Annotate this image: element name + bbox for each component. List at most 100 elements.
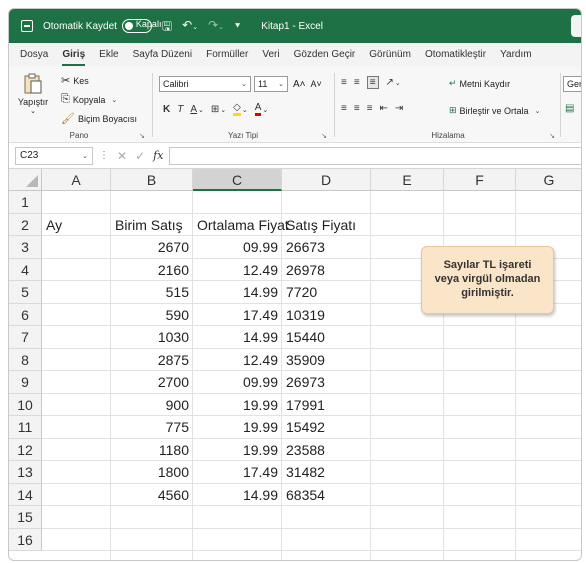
cell-d5[interactable]: 7720 <box>282 281 371 304</box>
tab-yardim[interactable]: Yardım <box>493 43 539 67</box>
cell-d4[interactable]: 26978 <box>282 259 371 282</box>
column-header-c[interactable]: C <box>193 169 282 191</box>
tab-ekle[interactable]: Ekle <box>92 43 125 67</box>
row-header-5[interactable]: 5 <box>9 281 42 304</box>
cell-b4[interactable]: 2160 <box>111 259 193 282</box>
font-color-icon[interactable]: A <box>254 103 262 116</box>
orientation-dropdown-icon[interactable]: ⌄ <box>395 79 401 87</box>
shrink-font-button[interactable]: A˅ <box>311 79 322 89</box>
borders-icon[interactable]: ⊞ <box>211 104 219 115</box>
merge-center-button[interactable]: ⊞ Birleştir ve Ortala ⌄ <box>449 105 540 116</box>
cell-c13[interactable]: 17.49 <box>193 461 282 484</box>
row-header-1[interactable]: 1 <box>9 191 42 214</box>
cell-c6[interactable]: 17.49 <box>193 304 282 327</box>
wrap-text-button[interactable]: ↵ Metni Kaydır <box>449 78 510 89</box>
cancel-icon[interactable]: ✕ <box>117 149 127 163</box>
row-header-6[interactable]: 6 <box>9 303 42 326</box>
borders-dropdown-icon[interactable]: ⌄ <box>220 106 226 114</box>
undo-icon[interactable]: ↶⌄ <box>182 19 198 34</box>
cell-d10[interactable]: 17991 <box>282 394 371 417</box>
chevron-down-icon[interactable]: ⌄ <box>82 152 88 160</box>
align-top-icon[interactable]: ≡ <box>341 77 347 88</box>
cell-c5[interactable]: 14.99 <box>193 281 282 304</box>
cell-b5[interactable]: 515 <box>111 281 193 304</box>
row-header-11[interactable]: 11 <box>9 416 42 439</box>
row-header-12[interactable]: 12 <box>9 438 42 461</box>
column-header-d[interactable]: D <box>282 169 371 191</box>
tab-formuller[interactable]: Formüller <box>199 43 255 67</box>
alignment-launcher-icon[interactable]: ↘ <box>549 132 555 140</box>
cell-b12[interactable]: 1180 <box>111 439 193 462</box>
copy-dropdown-icon[interactable]: ⌄ <box>111 96 117 104</box>
cell-d12[interactable]: 23588 <box>282 439 371 462</box>
italic-button[interactable]: T <box>177 104 183 115</box>
cell-b2[interactable]: Birim Satış <box>111 214 193 237</box>
align-left-icon[interactable]: ≡ <box>341 103 347 114</box>
fill-color-icon[interactable]: ◇ <box>233 103 241 116</box>
save-icon[interactable]: 🖫 <box>162 20 172 32</box>
column-header-g[interactable]: G <box>516 169 581 191</box>
cell-d6[interactable]: 10319 <box>282 304 371 327</box>
align-bottom-icon[interactable]: ≡ <box>366 76 379 89</box>
align-middle-icon[interactable]: ≡ <box>354 77 360 88</box>
cell-a2[interactable]: Ay <box>42 214 111 237</box>
name-box[interactable]: C23 ⌄ <box>15 146 93 165</box>
autosave-toggle[interactable]: Kapalı <box>121 19 161 33</box>
chevron-down-icon[interactable]: ⌄ <box>535 107 541 115</box>
formula-input[interactable] <box>169 146 581 165</box>
row-header-10[interactable]: 10 <box>9 393 42 416</box>
cell-d13[interactable]: 31482 <box>282 461 371 484</box>
column-header-e[interactable]: E <box>371 169 444 191</box>
tab-sayfa-duzeni[interactable]: Sayfa Düzeni <box>126 43 199 67</box>
cell-b13[interactable]: 1800 <box>111 461 193 484</box>
currency-format-icon[interactable]: ▤ <box>565 103 574 114</box>
cell-d11[interactable]: 15492 <box>282 416 371 439</box>
row-header-9[interactable]: 9 <box>9 371 42 394</box>
enter-icon[interactable]: ✓ <box>135 149 145 163</box>
cell-b6[interactable]: 590 <box>111 304 193 327</box>
row-header-13[interactable]: 13 <box>9 461 42 484</box>
cell-d9[interactable]: 26973 <box>282 371 371 394</box>
decrease-indent-icon[interactable]: ⇤ <box>380 103 388 114</box>
window-control[interactable] <box>571 15 581 37</box>
tab-giris[interactable]: Giriş <box>55 43 92 67</box>
cell-b14[interactable]: 4560 <box>111 484 193 507</box>
paste-button[interactable]: Yapıştır ⌄ <box>15 73 51 115</box>
row-header-16[interactable]: 16 <box>9 528 42 551</box>
tab-gozden-gecir[interactable]: Gözden Geçir <box>287 43 363 67</box>
cell-c2[interactable]: Ortalama Fiyat <box>193 214 289 237</box>
cell-b11[interactable]: 775 <box>111 416 193 439</box>
tab-otomatiklestir[interactable]: Otomatikleştir <box>418 43 493 67</box>
clipboard-launcher-icon[interactable]: ↘ <box>139 132 145 140</box>
cell-c14[interactable]: 14.99 <box>193 484 282 507</box>
grow-font-button[interactable]: A˄ <box>293 79 306 90</box>
cell-d14[interactable]: 68354 <box>282 484 371 507</box>
cell-d7[interactable]: 15440 <box>282 326 371 349</box>
cell-b3[interactable]: 2670 <box>111 236 193 259</box>
cell-c8[interactable]: 12.49 <box>193 349 282 372</box>
cell-c12[interactable]: 19.99 <box>193 439 282 462</box>
row-header-2[interactable]: 2 <box>9 213 42 236</box>
format-painter-button[interactable]: 🖌 Biçim Boyacısı <box>61 112 137 125</box>
number-format-select[interactable]: Genel <box>563 76 581 92</box>
cell-c9[interactable]: 09.99 <box>193 371 282 394</box>
row-header-15[interactable]: 15 <box>9 506 42 529</box>
font-size-select[interactable]: 11 ⌄ <box>254 76 288 92</box>
cell-c10[interactable]: 19.99 <box>193 394 282 417</box>
bold-button[interactable]: K <box>163 104 170 115</box>
row-header-4[interactable]: 4 <box>9 258 42 281</box>
tab-veri[interactable]: Veri <box>255 43 286 67</box>
worksheet-grid[interactable]: ABCDEFG 1 2 3 4 5 6 7 8 9 10 11 12 13 14 15 16 Ay Birim … <box>9 169 581 560</box>
row-header-14[interactable]: 14 <box>9 483 42 506</box>
cut-button[interactable]: ✂ Kes <box>61 74 89 87</box>
font-launcher-icon[interactable]: ↘ <box>321 132 327 140</box>
column-header-b[interactable]: B <box>111 169 193 191</box>
more-options-icon[interactable]: ⋮ <box>99 150 109 161</box>
cell-c11[interactable]: 19.99 <box>193 416 282 439</box>
row-header-3[interactable]: 3 <box>9 236 42 259</box>
increase-indent-icon[interactable]: ⇥ <box>395 103 403 114</box>
cell-b7[interactable]: 1030 <box>111 326 193 349</box>
customize-toolbar-icon[interactable]: ⯆ <box>234 20 241 32</box>
underline-button[interactable]: A <box>190 104 197 115</box>
font-name-select[interactable]: Calibri ⌄ <box>159 76 251 92</box>
